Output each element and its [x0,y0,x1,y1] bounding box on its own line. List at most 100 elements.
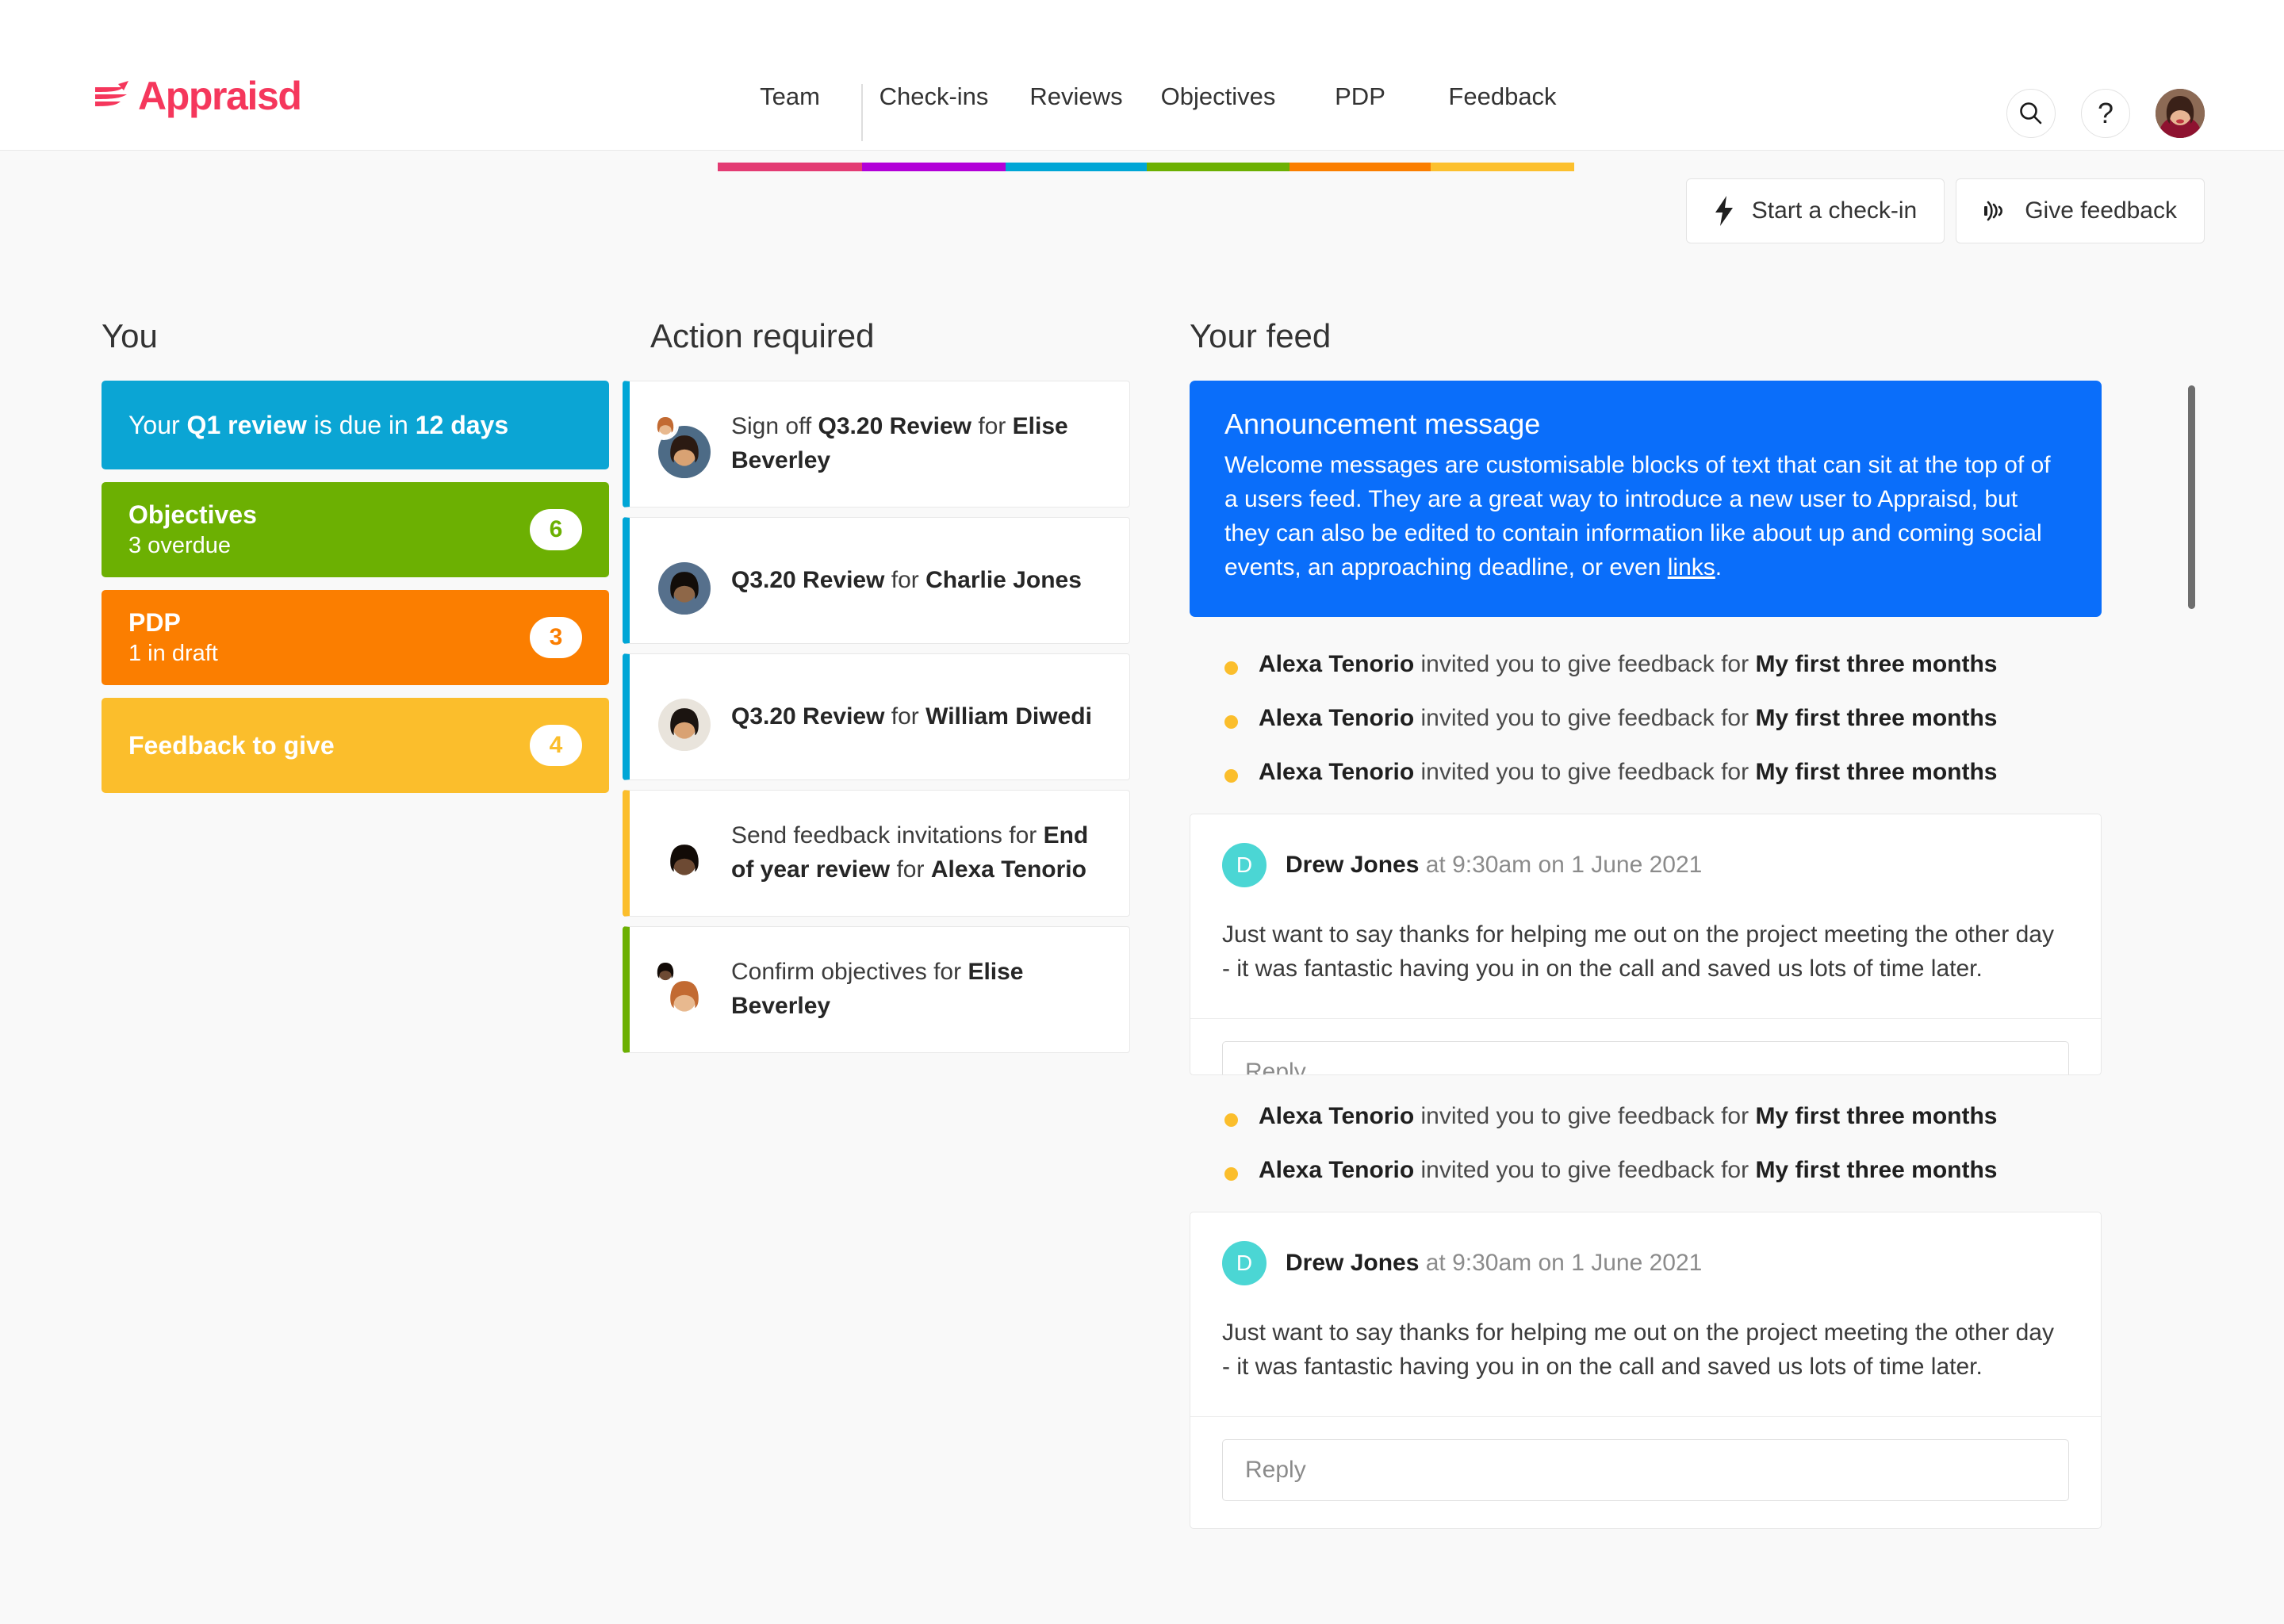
comment-avatar-initial-2: D [1222,1240,1267,1285]
action-card-avatars [649,546,711,615]
action-subject: Q3.20 Review [731,703,885,730]
brand-logo[interactable]: Appraisd [92,76,302,116]
action-card[interactable]: Q3.20 Review for Charlie Jones [623,517,1130,644]
announcement-body-text: Welcome messages are customisable blocks… [1224,452,2051,580]
feed-item-topic: My first three months [1755,1156,1998,1183]
comment-meta-1: Drew Jones at 9:30am on 1 June 2021 [1286,852,1702,879]
feed-item-text: Alexa Tenorio invited you to give feedba… [1259,759,1997,786]
feed-item-author: Alexa Tenorio [1259,704,1415,731]
action-card-text: Sign off Q3.20 Review for Elise Beverley [731,410,1109,477]
feed-item-action: invited you to give feedback for [1414,1102,1756,1129]
broadcast-icon [1984,201,2003,221]
action-card-text: Send feedback invitations for End of yea… [731,819,1109,887]
feed-item[interactable]: Alexa Tenorio invited you to give feedba… [1190,691,2102,745]
feed-item[interactable]: Alexa Tenorio invited you to give feedba… [1190,1090,2102,1143]
feed-item[interactable]: Alexa Tenorio invited you to give feedba… [1190,638,2102,691]
action-person: Alexa Tenorio [930,856,1086,883]
action-card-avatars [649,956,711,1024]
main-navigation: Team Check-ins Reviews Objectives PDP Fe… [718,82,1574,171]
comment-body-line2-1: - it was fantastic having you in on the … [1222,956,1983,982]
pdp-badge: 3 [530,617,582,658]
feed-bullet-icon [1224,1166,1238,1181]
comment-header-1: D Drew Jones at 9:30am on 1 June 2021 [1190,814,2101,887]
action-avatar-primary [658,699,711,751]
nav-tab-objectives[interactable]: Objectives [1147,82,1290,171]
action-card[interactable]: Confirm objectives for Elise Beverley [623,926,1130,1053]
action-card-text: Q3.20 Review for William Diwedi [731,700,1092,734]
feed-item[interactable]: Alexa Tenorio invited you to give feedba… [1190,745,2102,799]
stat-card-feedback-to-give[interactable]: Feedback to give 4 [102,698,609,793]
feed-item-action: invited you to give feedback for [1414,758,1756,785]
action-card[interactable]: Sign off Q3.20 Review for Elise Beverley [623,381,1130,508]
nav-tab-reviews[interactable]: Reviews [1006,82,1147,171]
action-prefix: Confirm objectives for [731,959,968,986]
reply-input-2[interactable]: Reply [1222,1438,2069,1501]
app-header: Appraisd Team Check-ins Reviews Objectiv… [0,0,2284,171]
feed-item-author: Alexa Tenorio [1259,1156,1415,1183]
action-card-avatars [649,410,711,478]
nav-tab-checkins[interactable]: Check-ins [862,82,1006,171]
nav-underline-team [718,163,862,171]
appraisd-wing-icon [95,81,128,106]
avatar-face-image [658,562,711,615]
page-scrollbar-thumb[interactable] [2188,385,2195,609]
action-subject: Q3.20 Review [818,413,971,440]
objectives-title: Objectives [128,500,257,530]
feed-item-author: Alexa Tenorio [1259,650,1415,677]
feed-item[interactable]: Alexa Tenorio invited you to give feedba… [1190,1143,2102,1197]
feed-item-action: invited you to give feedback for [1414,1156,1756,1183]
nav-label-objectives: Objectives [1160,82,1276,110]
feed-items-group-2: Alexa Tenorio invited you to give feedba… [1190,1090,2102,1197]
feed-item-topic: My first three months [1755,650,1998,677]
stat-card-review[interactable]: Your Q1 review is due in 12 days [102,381,609,469]
give-feedback-label: Give feedback [2025,197,2177,224]
action-middle: for [884,703,926,730]
action-prefix: Send feedback invitations for [731,822,1044,849]
start-checkin-label: Start a check-in [1751,197,1918,224]
comment-avatar-initial-1: D [1222,842,1267,887]
feedback-badge: 4 [530,725,582,766]
start-checkin-button[interactable]: Start a check-in [1685,178,1945,243]
stat-card-pdp[interactable]: PDP 1 in draft 3 [102,590,609,685]
action-middle: for [971,413,1013,440]
feed-item-topic: My first three months [1755,758,1998,785]
nav-tab-team[interactable]: Team [718,82,862,171]
action-avatar-secondary [649,956,679,986]
action-card[interactable]: Q3.20 Review for William Diwedi [623,653,1130,780]
pdp-card-text: PDP 1 in draft [128,608,218,667]
feed-bullet-icon [1224,714,1238,729]
review-prefix: Your [128,410,187,439]
give-feedback-button[interactable]: Give feedback [1956,178,2205,243]
feed-item-text: Alexa Tenorio invited you to give feedba… [1259,651,1997,678]
action-card-avatars [649,819,711,887]
nav-label-feedback: Feedback [1448,82,1557,110]
announcement-link[interactable]: links [1668,554,1715,580]
review-due-days: 12 days [415,410,509,439]
action-middle: for [890,856,931,883]
nav-underline-checkins [862,163,1006,171]
nav-underline-pdp [1290,163,1431,171]
feed-item-action: invited you to give feedback for [1414,650,1756,677]
feed-item-text: Alexa Tenorio invited you to give feedba… [1259,705,1997,732]
feed-column: Announcement message Welcome messages ar… [1190,381,2102,1543]
stat-card-objectives[interactable]: Objectives 3 overdue 6 [102,482,609,577]
feed-bullet-icon [1224,1113,1238,1127]
nav-tab-feedback[interactable]: Feedback [1431,82,1574,171]
search-button[interactable] [2006,89,2056,138]
action-avatar-secondary [649,410,679,440]
action-person: Charlie Jones [925,566,1082,593]
feed-item-author: Alexa Tenorio [1259,758,1415,785]
action-person: William Diwedi [925,703,1092,730]
nav-tab-pdp[interactable]: PDP [1290,82,1431,171]
comment-body-line1-2: Just want to say thanks for helping me o… [1222,1319,2054,1346]
announcement-body: Welcome messages are customisable blocks… [1224,449,2067,585]
feed-column-title: Your feed [1190,317,1332,354]
user-avatar[interactable] [2156,89,2205,138]
help-button[interactable]: ? [2081,89,2130,138]
review-middle: is due in [306,410,416,439]
action-card[interactable]: Send feedback invitations for End of yea… [623,790,1130,917]
comment-meta-2: Drew Jones at 9:30am on 1 June 2021 [1286,1250,1702,1277]
reply-input-1[interactable]: Reply [1222,1040,2069,1074]
objectives-subtitle: 3 overdue [128,532,231,558]
review-period: Q1 review [186,410,307,439]
